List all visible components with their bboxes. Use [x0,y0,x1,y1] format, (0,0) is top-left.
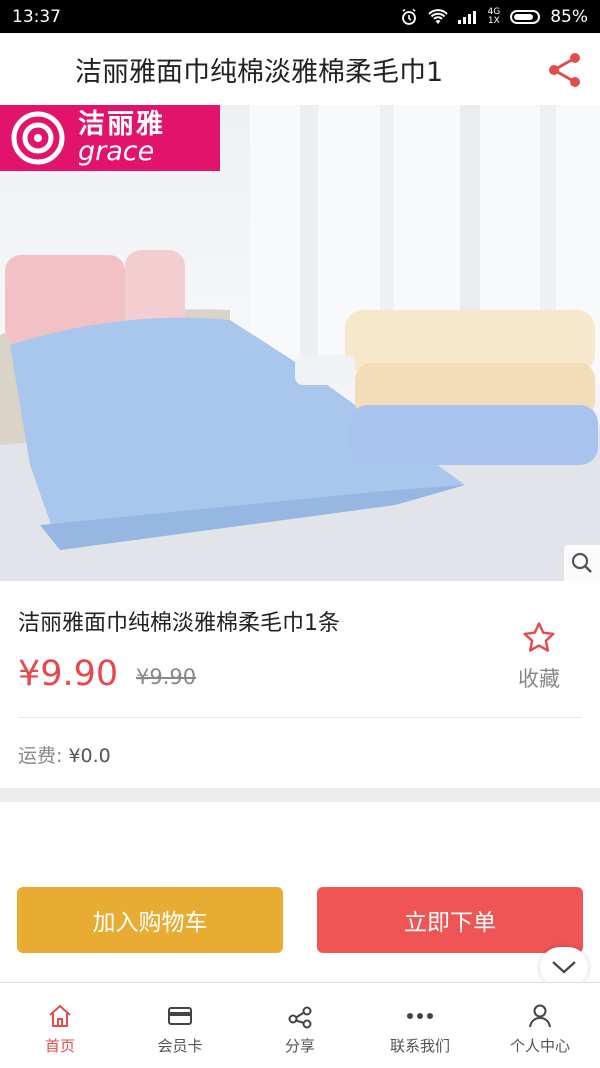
person-icon [529,1004,551,1028]
scroll-down-button[interactable] [540,947,588,987]
tab-profile-label: 个人中心 [509,1037,570,1055]
tab-share-label: 分享 [284,1037,315,1055]
card-icon [168,1007,192,1025]
tab-home-label: 首页 [44,1037,75,1055]
search-icon [571,552,592,573]
section-separator [0,788,600,802]
status-indicators: 4G 1X 85% [400,6,588,27]
more-dots-icon [407,1013,433,1019]
tab-contact[interactable]: 联系我们 [360,983,480,1068]
chevron-down-icon [552,961,576,974]
current-price: ¥9.90 [18,654,119,694]
towel-photo [0,105,600,581]
network-type: 4G 1X [487,7,501,26]
tab-share[interactable]: 分享 [240,983,360,1068]
favorite-label: 收藏 [518,667,560,691]
buy-now-button[interactable]: 立即下单 [317,887,583,953]
page-header: 洁丽雅面巾纯棉淡雅棉柔毛巾1 [0,33,600,106]
tab-contact-label: 联系我们 [389,1037,450,1055]
favorite-button[interactable]: 收藏 [510,621,568,693]
status-bar: 13:37 4G 1X 85% [0,0,600,33]
tab-member-card-label: 会员卡 [157,1037,203,1055]
share-icon [288,1006,312,1029]
brand-name-cn: 洁丽雅 [78,109,165,140]
share-icon[interactable] [546,51,584,89]
product-info: 洁丽雅面巾纯棉淡雅棉柔毛巾1条 ¥9.90 ¥9.90 收藏 运费: ¥0.0 [0,581,600,788]
network-bottom-label: 1X [487,15,500,26]
page-title: 洁丽雅面巾纯棉淡雅棉柔毛巾1 [75,56,444,88]
tab-member-card[interactable]: 会员卡 [120,983,240,1068]
battery-fill [514,13,534,20]
wifi-icon [427,8,448,24]
divider [18,717,582,718]
shipping-label: 运费: [18,745,63,767]
product-image[interactable]: 洁丽雅 grace [0,105,600,581]
battery-percent: 85% [550,6,588,27]
zoom-button[interactable] [564,545,600,581]
star-icon [523,622,555,652]
battery-icon [510,9,541,24]
brand-name-en: grace [78,136,155,167]
shipping-info: 运费: ¥0.0 [18,741,111,768]
status-time: 13:37 [12,6,61,27]
tab-profile[interactable]: 个人中心 [480,983,600,1068]
bottom-tab-bar: 首页 会员卡 分享 联系我们 个人中心 [0,982,600,1068]
add-to-cart-button[interactable]: 加入购物车 [17,887,283,953]
home-icon [49,1004,71,1027]
brand-logo: 洁丽雅 grace [0,105,220,171]
shipping-value: ¥0.0 [68,745,111,767]
signal-icon [457,10,476,24]
tab-home[interactable]: 首页 [0,983,120,1068]
alarm-icon [401,8,416,25]
original-price: ¥9.90 [136,665,197,689]
action-area: 加入购物车 立即下单 [0,802,600,982]
brand-wordmark: 洁丽雅 grace [78,111,165,165]
brand-flower-icon [11,111,65,165]
product-name: 洁丽雅面巾纯棉淡雅棉柔毛巾1条 [18,611,340,636]
